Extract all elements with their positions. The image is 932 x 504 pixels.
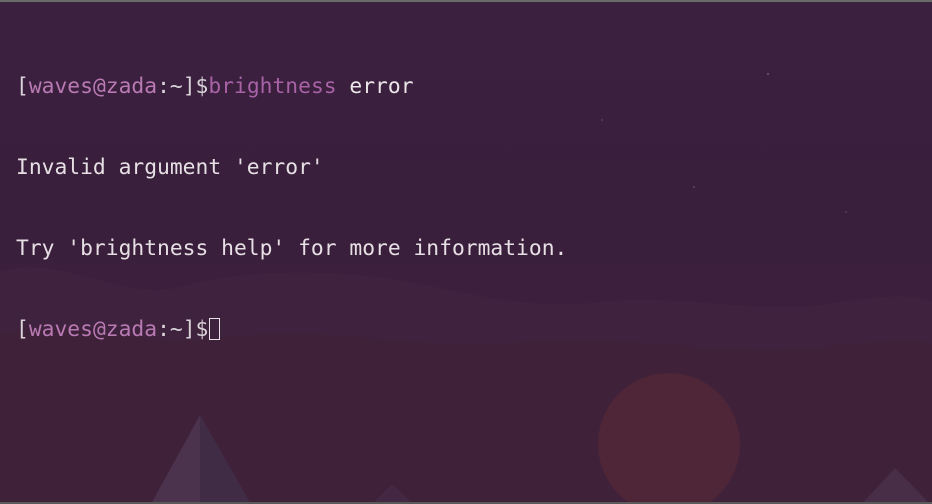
command-argument: error (336, 74, 414, 99)
command-name: brightness (208, 74, 337, 99)
prompt-line[interactable]: [waves@zada:~]$ (16, 316, 567, 343)
star (693, 186, 695, 188)
prompt-bracket-close: ]$ (182, 74, 209, 99)
star (766, 72, 770, 76)
prompt-user: waves (28, 317, 93, 342)
prompt-at: @ (92, 74, 106, 99)
prompt-bracket-open: [ (16, 317, 29, 342)
help-hint: Try 'brightness help' for more informati… (16, 236, 568, 261)
prompt-path: :~ (157, 317, 183, 342)
prompt-path: :~ (157, 74, 183, 99)
star (601, 119, 603, 121)
prompt-user: waves (28, 74, 93, 99)
star (845, 211, 847, 213)
terminal-output: [waves@zada:~]$brightness error Invalid … (16, 19, 567, 397)
prompt-host: zada (105, 74, 158, 99)
prompt-host: zada (105, 317, 158, 342)
terminal-window[interactable]: [waves@zada:~]$brightness error Invalid … (0, 0, 932, 504)
prompt-bracket-close: ]$ (182, 317, 209, 342)
error-message: Invalid argument 'error' (16, 155, 324, 180)
prompt-bracket-open: [ (16, 74, 29, 99)
command-line: [waves@zada:~]$brightness error (16, 73, 567, 100)
prompt-at: @ (92, 317, 106, 342)
text-cursor[interactable] (209, 318, 221, 340)
